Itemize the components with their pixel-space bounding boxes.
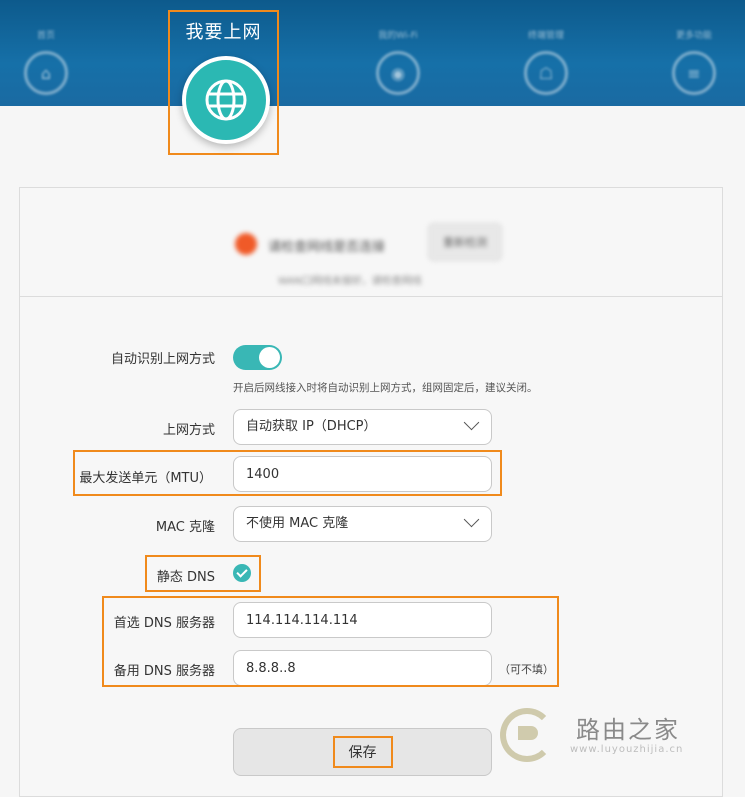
nav-tab-label: 首页	[36, 31, 55, 41]
mac-clone-label: MAC 克隆	[155, 520, 215, 535]
nav-tab-home[interactable]: 首页 ⌂	[6, 28, 86, 95]
watermark-text: 路由之家	[576, 716, 680, 744]
mtu-label: 最大发送单元（MTU）	[79, 471, 212, 486]
secondary-dns-input[interactable]	[233, 650, 492, 686]
mtu-input[interactable]	[233, 456, 492, 492]
nav-tab-wifi[interactable]: 我的Wi-Fi ◉	[358, 28, 438, 95]
toggle-knob	[259, 347, 280, 368]
nav-tab-more[interactable]: 更多功能 ≡	[654, 28, 734, 95]
primary-dns-label: 首选 DNS 服务器	[113, 616, 215, 631]
auto-detect-hint: 开启后网线接入时将自动识别上网方式，组网固定后，建议关闭。	[233, 382, 538, 394]
globe-icon	[182, 56, 270, 144]
wifi-icon: ◉	[376, 51, 420, 95]
status-indicator-icon	[235, 233, 257, 255]
menu-icon: ≡	[672, 51, 716, 95]
status-text: 请检查网线是否连接	[268, 240, 386, 255]
primary-dns-input[interactable]	[233, 602, 492, 638]
recheck-button[interactable]: 重新检测	[428, 223, 502, 261]
static-dns-checkbox[interactable]	[233, 564, 251, 582]
connection-mode-value: 自动获取 IP（DHCP）	[246, 419, 377, 434]
mac-clone-select[interactable]: 不使用 MAC 克隆	[233, 506, 492, 542]
devices-icon: ☖	[524, 51, 568, 95]
watermark-url: www.luyouzhijia.cn	[570, 744, 684, 755]
nav-tab-internet-label: 我要上网	[185, 22, 262, 43]
top-nav-bar: 首页 ⌂ 我的Wi-Fi ◉ 终端管理 ☖ 更多功能 ≡	[0, 0, 745, 106]
watermark: 路由之家 www.luyouzhijia.cn	[500, 700, 740, 770]
save-button[interactable]: 保存	[233, 728, 492, 776]
nav-tab-label: 更多功能	[675, 31, 712, 41]
static-dns-label: 静态 DNS	[156, 570, 215, 585]
nav-tab-devices[interactable]: 终端管理 ☖	[506, 28, 586, 95]
nav-tab-label: 我的Wi-Fi	[378, 31, 418, 41]
home-icon: ⌂	[24, 51, 68, 95]
chevron-down-icon	[463, 414, 480, 431]
watermark-logo-mark	[518, 726, 538, 740]
nav-tab-label: 终端管理	[527, 31, 564, 41]
secondary-dns-label: 备用 DNS 服务器	[113, 664, 215, 679]
connection-mode-label: 上网方式	[162, 423, 215, 438]
mac-clone-value: 不使用 MAC 克隆	[246, 516, 349, 531]
connection-mode-select[interactable]: 自动获取 IP（DHCP）	[233, 409, 492, 445]
chevron-down-icon	[463, 511, 480, 528]
save-button-label: 保存	[332, 736, 393, 768]
auto-detect-label: 自动识别上网方式	[110, 352, 215, 367]
optional-note: （可不填）	[499, 663, 554, 676]
connection-status: 请检查网线是否连接 重新检测 WAN口网线未接好，请检查网线	[20, 188, 722, 297]
auto-detect-toggle[interactable]	[233, 345, 282, 370]
nav-tab-internet[interactable]: 我要上网	[168, 10, 279, 155]
status-subtext: WAN口网线未接好，请检查网线	[278, 276, 422, 287]
